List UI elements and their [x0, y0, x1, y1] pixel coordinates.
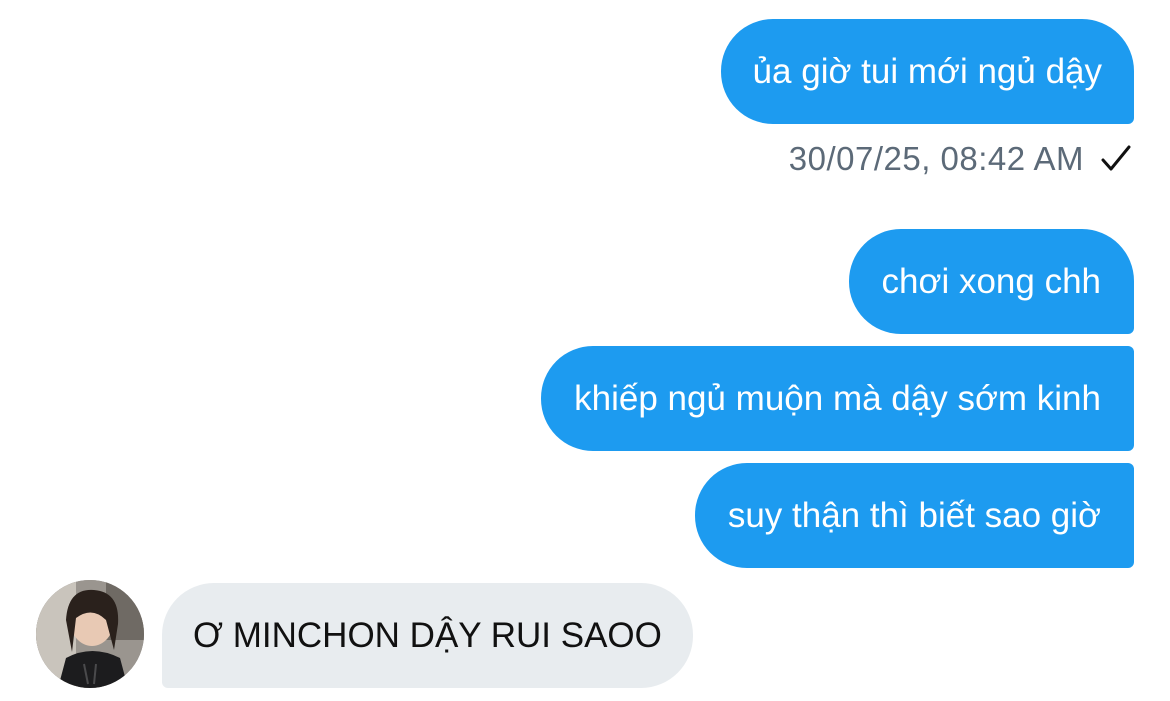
checkmark-icon	[1098, 141, 1134, 177]
message-text: suy thận thì biết sao giờ	[727, 496, 1101, 535]
message-text: ủa giờ tui mới ngủ dậy	[752, 52, 1102, 91]
message-text: Ơ MINCHON DẬY RUI SAOO	[193, 616, 662, 655]
sent-message-bubble[interactable]: ủa giờ tui mới ngủ dậy	[720, 19, 1134, 124]
avatar[interactable]	[36, 580, 144, 688]
message-meta: 30/07/25, 08:42 AM	[789, 138, 1134, 180]
message-timestamp: 30/07/25, 08:42 AM	[788, 140, 1084, 177]
received-message-bubble[interactable]: Ơ MINCHON DẬY RUI SAOO	[162, 583, 693, 688]
message-text: khiếp ngủ muộn mà dậy sớm kinh	[574, 379, 1101, 418]
sent-message-bubble[interactable]: chơi xong chh	[848, 229, 1134, 334]
message-text: chơi xong chh	[881, 262, 1101, 301]
sent-message-bubble[interactable]: khiếp ngủ muộn mà dậy sớm kinh	[541, 346, 1134, 451]
avatar-photo	[36, 580, 144, 688]
sent-message-bubble[interactable]: suy thận thì biết sao giờ	[694, 463, 1134, 568]
